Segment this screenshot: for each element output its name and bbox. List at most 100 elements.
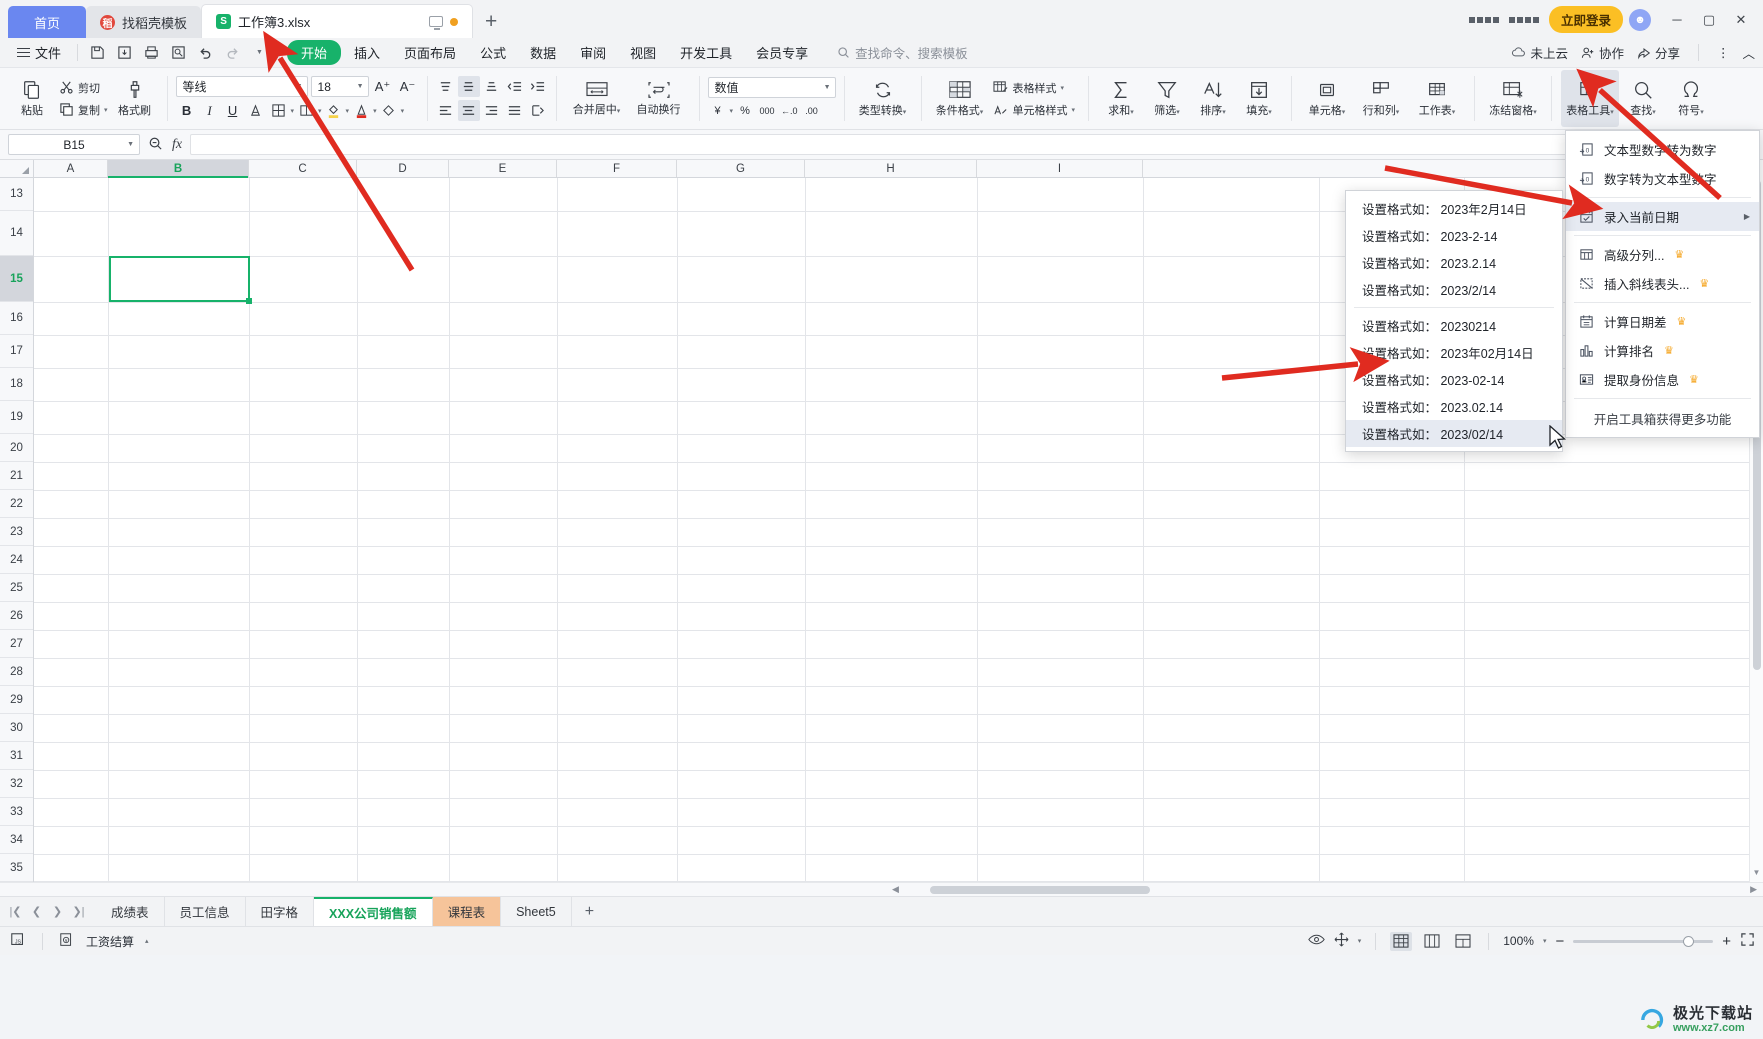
align-left-icon[interactable] <box>435 100 457 121</box>
cell-style-button[interactable]: 单元格样式 ▾ <box>989 100 1080 120</box>
row-header-28[interactable]: 28 <box>0 658 33 686</box>
cloud-status[interactable]: 未上云 <box>1511 43 1568 62</box>
menu-item-calculate-rank[interactable]: 计算排名 ♛ <box>1566 336 1759 365</box>
print-preview-icon[interactable] <box>166 42 191 64</box>
normal-view-button[interactable] <box>1390 931 1413 951</box>
fullscreen-icon[interactable] <box>1740 932 1755 950</box>
type-convert-button[interactable]: 类型转换▾ <box>854 70 912 127</box>
menu-item-number-to-text[interactable]: 0 数字转为文本型数字 <box>1566 164 1759 193</box>
date-format-item-3[interactable]: 设置格式如： 2023/2/14 <box>1346 276 1562 303</box>
rows-cols-button[interactable]: 行和列▾ <box>1353 70 1409 127</box>
currency-icon[interactable]: ¥ <box>708 101 728 121</box>
zoom-out-button[interactable]: − <box>1555 933 1564 950</box>
chevron-down-icon[interactable]: ▼ <box>290 83 303 90</box>
font-size-input[interactable]: 18 ▼ <box>310 76 369 97</box>
row-header-33[interactable]: 33 <box>0 798 33 826</box>
select-all-corner[interactable] <box>0 160 34 177</box>
increase-indent-icon[interactable] <box>527 76 549 97</box>
font-name-input[interactable]: 等线 ▼ <box>175 76 308 97</box>
last-sheet-icon[interactable]: ❯| <box>69 905 88 918</box>
column-header-I[interactable]: I <box>977 160 1143 177</box>
row-header-14[interactable]: 14 <box>0 211 33 256</box>
row-header-21[interactable]: 21 <box>0 462 33 490</box>
chevron-down-icon[interactable]: ▾ <box>1072 106 1076 114</box>
menu-item-insert-diagonal-header[interactable]: 插入斜线表头... ♛ <box>1566 269 1759 298</box>
maximize-button[interactable]: ▢ <box>1695 8 1723 32</box>
row-header-15[interactable]: 15 <box>0 256 33 302</box>
decrease-decimal-icon[interactable]: .00 <box>802 101 822 121</box>
command-search[interactable]: 查找命令、搜索模板 <box>837 43 968 62</box>
tab-formula[interactable]: 公式 <box>469 40 517 65</box>
clear-format-icon[interactable] <box>378 100 400 121</box>
close-button[interactable]: ✕ <box>1727 8 1755 32</box>
date-format-item-7[interactable]: 设置格式如： 2023.02.14 <box>1346 393 1562 420</box>
row-header-19[interactable]: 19 <box>0 401 33 434</box>
zoom-in-button[interactable]: + <box>1722 933 1731 950</box>
chevron-down-icon[interactable]: ▾ <box>401 107 405 115</box>
align-bottom-icon[interactable] <box>481 76 503 97</box>
prev-sheet-icon[interactable]: ❮ <box>27 905 46 918</box>
share-button[interactable]: 分享 <box>1637 43 1680 62</box>
menu-item-extract-id-info[interactable]: 提取身份信息 ♛ <box>1566 365 1759 394</box>
cut-button[interactable]: 剪切 <box>55 78 112 98</box>
row-header-35[interactable]: 35 <box>0 854 33 882</box>
date-format-item-4[interactable]: 设置格式如： 20230214 <box>1346 312 1562 339</box>
login-button[interactable]: 立即登录 <box>1548 6 1623 33</box>
print-icon[interactable] <box>139 42 164 64</box>
column-header-C[interactable]: C <box>249 160 357 177</box>
name-box[interactable]: B15 ▼ <box>8 134 140 155</box>
tab-find-template[interactable]: 稻 找稻壳模板 <box>86 6 202 38</box>
scroll-right-icon[interactable]: ▶ <box>1750 884 1757 895</box>
collaborate-button[interactable]: 协作 <box>1581 43 1624 62</box>
zoom-slider[interactable] <box>1573 935 1714 947</box>
row-header-24[interactable]: 24 <box>0 546 33 574</box>
redo-icon[interactable] <box>220 42 245 64</box>
date-format-item-2[interactable]: 设置格式如： 2023.2.14 <box>1346 249 1562 276</box>
tab-review[interactable]: 审阅 <box>569 40 617 65</box>
scroll-down-icon[interactable]: ▼ <box>1750 864 1763 880</box>
worksheet-button[interactable]: 工作表▾ <box>1409 70 1465 127</box>
row-header-34[interactable]: 34 <box>0 826 33 854</box>
more-options-icon[interactable]: ⋮ <box>1717 45 1730 60</box>
tab-home[interactable]: 首页 <box>8 6 87 38</box>
merge-cells-icon[interactable] <box>295 100 317 121</box>
chevron-down-icon[interactable]: ▼ <box>351 83 364 90</box>
date-format-item-6[interactable]: 设置格式如： 2023-02-14 <box>1346 366 1562 393</box>
sum-button[interactable]: 求和▾ <box>1098 70 1144 127</box>
tab-list-icon[interactable] <box>1468 16 1499 23</box>
underline-button[interactable]: U <box>222 100 244 121</box>
sort-button[interactable]: 排序▾ <box>1190 70 1236 127</box>
wrap-text-button[interactable]: 自动换行 <box>628 70 690 127</box>
table-style-button[interactable]: 表格样式 ▾ <box>989 78 1080 98</box>
row-header-30[interactable]: 30 <box>0 714 33 742</box>
file-menu-button[interactable]: 文件 <box>8 43 70 62</box>
date-format-item-0[interactable]: 设置格式如： 2023年2月14日 <box>1346 195 1562 222</box>
align-top-icon[interactable] <box>435 76 457 97</box>
first-sheet-icon[interactable]: |❮ <box>6 905 25 918</box>
align-right-icon[interactable] <box>481 100 503 121</box>
decrease-indent-icon[interactable] <box>504 76 526 97</box>
align-middle-icon[interactable] <box>457 76 480 97</box>
conditional-format-button[interactable]: 条件格式▾ <box>931 70 989 127</box>
symbol-button[interactable]: 符号▾ <box>1667 70 1715 127</box>
present-monitor-icon[interactable] <box>429 16 444 30</box>
row-header-31[interactable]: 31 <box>0 742 33 770</box>
merge-center-button[interactable]: 合并居中▾ <box>566 70 628 127</box>
chevron-down-icon[interactable]: ▼ <box>127 141 134 148</box>
freeze-panes-button[interactable]: 冻结窗格▾ <box>1484 70 1542 127</box>
column-header-E[interactable]: E <box>449 160 557 177</box>
date-format-submenu[interactable]: 设置格式如： 2023年2月14日 设置格式如： 2023-2-14 设置格式如… <box>1345 190 1563 452</box>
row-header-27[interactable]: 27 <box>0 630 33 658</box>
align-center-icon[interactable] <box>457 100 480 121</box>
salary-calc-icon[interactable]: ¥ <box>59 932 75 951</box>
row-header-18[interactable]: 18 <box>0 368 33 401</box>
text-orientation-icon[interactable] <box>527 100 549 121</box>
increase-font-size-button[interactable]: A⁺ <box>372 76 394 97</box>
row-header-16[interactable]: 16 <box>0 302 33 335</box>
tab-start[interactable]: 开始 <box>287 40 342 65</box>
add-sheet-button[interactable]: + <box>572 897 607 926</box>
column-header-H[interactable]: H <box>805 160 977 177</box>
next-sheet-icon[interactable]: ❯ <box>48 905 67 918</box>
quick-access-more-icon[interactable]: ▼ <box>247 42 272 64</box>
avatar[interactable]: ☻ <box>1629 8 1651 31</box>
